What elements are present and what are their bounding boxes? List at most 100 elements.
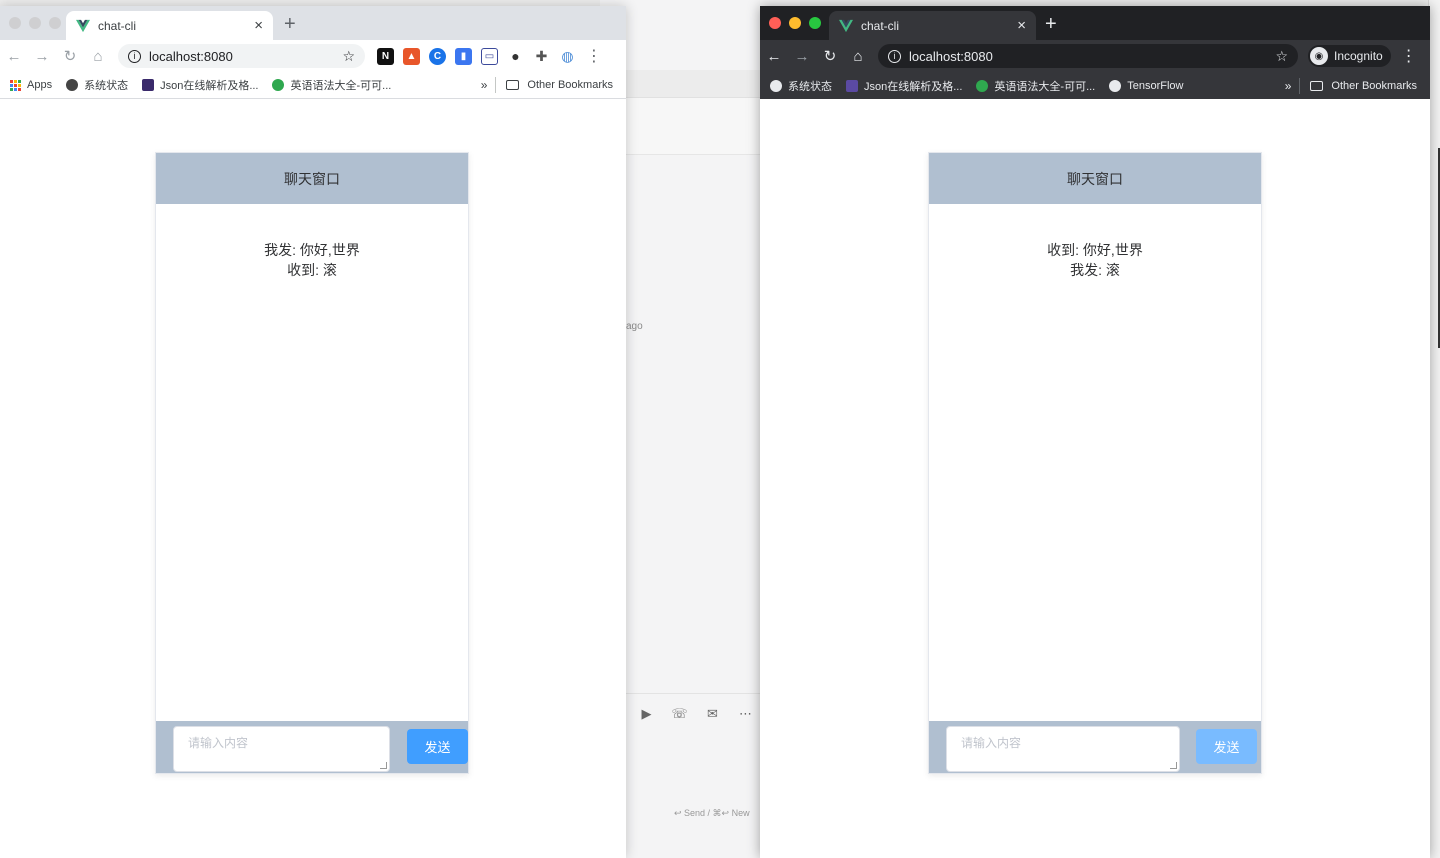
page-viewport: 聊天窗口 我发: 你好,世界 收到: 滚 请输入内容 发送 — [0, 100, 626, 858]
resize-handle-icon[interactable] — [1170, 762, 1177, 769]
minimize-window-button[interactable] — [29, 17, 41, 29]
close-window-button[interactable] — [9, 17, 21, 29]
chat-header: 聊天窗口 — [929, 153, 1261, 204]
notion-extension-icon[interactable]: N — [377, 47, 394, 65]
other-bookmarks[interactable]: Other Bookmarks — [506, 79, 613, 91]
globe-icon — [1109, 79, 1122, 92]
bookmarks-overflow-button[interactable]: » — [1285, 79, 1292, 93]
mail-icon[interactable]: ✉ — [704, 705, 721, 722]
evernote-extension-icon[interactable]: ● — [507, 47, 524, 65]
back-icon[interactable]: ← — [760, 48, 788, 65]
zoom-window-button[interactable] — [49, 17, 61, 29]
new-tab-button[interactable]: + — [284, 14, 296, 34]
home-icon[interactable]: ⌂ — [84, 48, 112, 65]
extensions-puzzle-icon[interactable]: ✚ — [533, 47, 550, 65]
bookmarks-bar: Apps 系统状态 Json在线解析及格... 英语语法大全-可可... » O… — [0, 72, 626, 99]
tab-title: chat-cli — [98, 18, 137, 33]
other-bookmarks[interactable]: Other Bookmarks — [1310, 80, 1417, 92]
extension-globe-icon[interactable]: ◍ — [559, 47, 576, 65]
bookmark-json-parser[interactable]: Json在线解析及格... — [846, 78, 962, 94]
reload-icon[interactable]: ↻ — [56, 47, 84, 65]
chat-message: 我发: 滚 — [1070, 262, 1120, 278]
extension-window-icon[interactable]: ▭ — [481, 47, 498, 65]
folder-icon — [506, 80, 520, 90]
address-bar[interactable]: i localhost:8080 ☆ — [118, 44, 365, 68]
message-input-placeholder: 请输入内容 — [188, 736, 249, 750]
json-site-icon — [846, 79, 858, 92]
tab-chat-cli[interactable]: chat-cli × — [66, 11, 273, 40]
chat-window: 聊天窗口 我发: 你好,世界 收到: 滚 请输入内容 发送 — [155, 152, 469, 774]
zoom-window-button[interactable] — [809, 17, 821, 29]
reload-icon[interactable]: ↻ — [816, 47, 844, 65]
extension-blue-circle-icon[interactable]: C — [429, 47, 446, 65]
window-controls — [9, 17, 61, 29]
info-icon[interactable]: i — [888, 49, 901, 63]
background-divider — [626, 693, 761, 694]
bookmark-label: TensorFlow — [1127, 79, 1184, 92]
bookmark-apps[interactable]: Apps — [10, 79, 52, 91]
resize-handle-icon[interactable] — [380, 762, 387, 769]
chat-message: 收到: 滚 — [287, 262, 337, 278]
kekenet-icon — [976, 79, 989, 92]
bookmark-system-status[interactable]: 系统状态 — [770, 78, 832, 94]
incognito-badge[interactable]: ◉ Incognito — [1308, 45, 1391, 67]
info-icon[interactable]: i — [128, 49, 141, 63]
message-input[interactable]: 请输入内容 — [946, 726, 1180, 772]
address-bar[interactable]: i localhost:8080 ☆ — [878, 44, 1298, 68]
message-input[interactable]: 请输入内容 — [173, 726, 390, 772]
extension-chart-icon[interactable]: ▮ — [455, 47, 472, 65]
bookmark-tensorflow[interactable]: TensorFlow — [1109, 79, 1184, 92]
vue-logo-icon — [76, 19, 90, 32]
bookmark-star-icon[interactable]: ☆ — [1275, 48, 1288, 65]
bookmark-label: Json在线解析及格... — [864, 80, 963, 93]
bookmarks-separator — [1299, 77, 1301, 94]
bookmark-star-icon[interactable]: ☆ — [342, 48, 355, 65]
vue-logo-icon — [839, 19, 853, 32]
bookmark-label: 英语语法大全-可可... — [290, 80, 392, 92]
incognito-label: Incognito — [1334, 49, 1383, 63]
phone-icon[interactable]: ☏ — [671, 705, 688, 722]
tab-strip: chat-cli × + — [0, 6, 626, 40]
home-icon[interactable]: ⌂ — [844, 48, 872, 65]
bookmarks-overflow-button[interactable]: » — [481, 78, 488, 92]
extension-red-icon[interactable]: ▲ — [403, 47, 420, 65]
incognito-icon: ◉ — [1310, 47, 1328, 65]
bookmark-json-parser[interactable]: Json在线解析及格... — [142, 77, 258, 93]
other-bookmarks-label: Other Bookmarks — [527, 79, 613, 91]
bookmark-english-grammar[interactable]: 英语语法大全-可可... — [976, 78, 1095, 94]
bookmarks-separator — [495, 77, 497, 93]
chat-messages: 我发: 你好,世界 收到: 滚 — [156, 204, 468, 721]
tab-chat-cli[interactable]: chat-cli × — [829, 11, 1036, 40]
send-button[interactable]: 发送 — [1196, 729, 1257, 764]
more-icon[interactable]: ⋯ — [737, 705, 754, 722]
bookmark-system-status[interactable]: 系统状态 — [66, 77, 128, 93]
bookmark-label: 系统状态 — [84, 80, 129, 92]
message-input-placeholder: 请输入内容 — [961, 736, 1022, 750]
address-url[interactable]: localhost:8080 — [909, 49, 1275, 64]
page-viewport: 聊天窗口 收到: 你好,世界 我发: 滚 请输入内容 发送 — [760, 100, 1430, 858]
browser-menu-icon[interactable]: ⋮ — [1401, 46, 1417, 66]
send-button[interactable]: 发送 — [407, 729, 468, 764]
new-tab-button[interactable]: + — [1045, 14, 1057, 34]
send-hint: ↩ Send / ⌘↩ New — [674, 808, 750, 818]
forward-icon[interactable]: → — [788, 48, 816, 65]
json-site-icon — [142, 79, 155, 91]
chat-footer: 请输入内容 发送 — [929, 721, 1261, 773]
close-window-button[interactable] — [769, 17, 781, 29]
video-icon[interactable]: ▶ — [638, 705, 655, 722]
browser-window-incognito: chat-cli × + ← → ↻ ⌂ i localhost:8080 ☆ … — [760, 6, 1430, 858]
forward-icon[interactable]: → — [28, 48, 56, 65]
globe-icon — [770, 79, 782, 92]
globe-icon — [66, 79, 79, 91]
address-url[interactable]: localhost:8080 — [149, 49, 342, 64]
close-tab-icon[interactable]: × — [1017, 18, 1026, 33]
close-tab-icon[interactable]: × — [254, 18, 263, 33]
browser-menu-icon[interactable]: ⋮ — [586, 46, 602, 66]
back-icon[interactable]: ← — [0, 48, 28, 65]
browser-toolbar: ← → ↻ ⌂ i localhost:8080 ☆ ◉ Incognito ⋮ — [760, 40, 1430, 72]
browser-toolbar: ← → ↻ ⌂ i localhost:8080 ☆ N ▲ C ▮ ▭ ● ✚… — [0, 40, 626, 72]
minimize-window-button[interactable] — [789, 17, 801, 29]
chat-header: 聊天窗口 — [156, 153, 468, 204]
bookmark-english-grammar[interactable]: 英语语法大全-可可... — [272, 77, 391, 93]
browser-window-normal: chat-cli × + ← → ↻ ⌂ i localhost:8080 ☆ … — [0, 6, 626, 858]
